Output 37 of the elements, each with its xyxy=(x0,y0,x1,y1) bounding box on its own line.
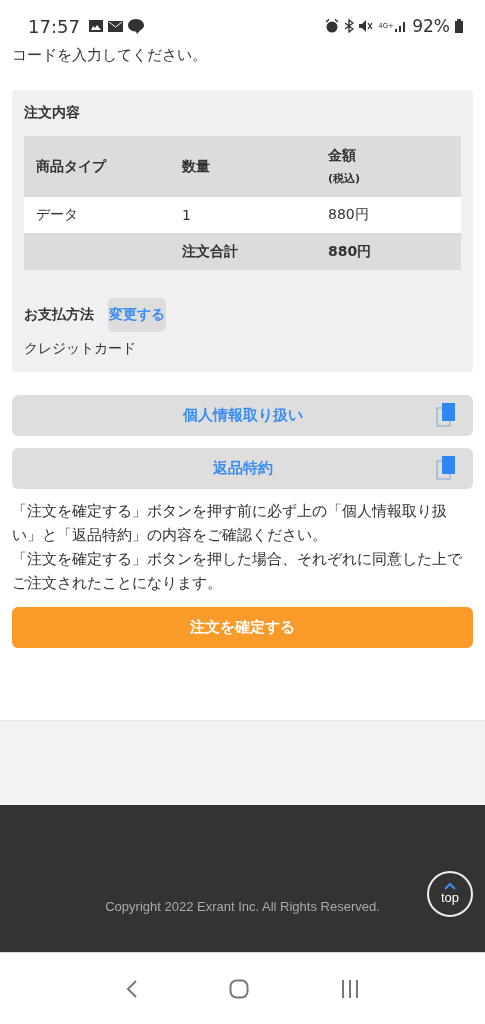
table-cell-text: 880円 xyxy=(328,206,370,224)
status-time: 17:57 xyxy=(28,15,80,37)
image-icon xyxy=(88,20,103,32)
battery-percent: 92% xyxy=(412,16,450,36)
mail-icon xyxy=(107,20,123,32)
alarm-icon xyxy=(325,19,340,33)
windows-icon xyxy=(436,403,456,427)
column-header: 金額 xyxy=(328,147,357,165)
signal-icon xyxy=(395,20,408,32)
notice-text: 「注文を確定する」ボタンを押した場合、それぞれに同意した上でご注文されたことになります。 xyxy=(12,550,463,593)
section-title: 注文内容 xyxy=(24,104,81,122)
column-header: 数量 xyxy=(182,157,211,176)
home-icon[interactable] xyxy=(228,978,249,999)
confirm-order-button[interactable]: 注文を確定する xyxy=(12,607,473,648)
policy-button[interactable]: 返品特約 xyxy=(12,448,473,489)
policy-button[interactable]: 個人情報取り扱い xyxy=(12,395,473,436)
caret-up-icon xyxy=(444,883,456,890)
battery-icon xyxy=(455,19,463,33)
bluetooth-icon xyxy=(344,19,355,33)
back-icon[interactable] xyxy=(125,978,138,999)
chat-icon xyxy=(127,18,144,34)
payment-method: クレジットカード xyxy=(24,340,137,358)
column-header: 商品タイプ xyxy=(36,157,108,176)
table-cell-text: データ xyxy=(36,206,79,224)
back-to-top-button[interactable]: top xyxy=(427,871,473,917)
column-subheader: (税込) xyxy=(328,171,362,186)
recent-apps-icon[interactable] xyxy=(339,979,360,998)
notice-text: 「注文を確定する」ボタンを押す前に必ず上の「個人情報取り扱い」と「返品特約」の内容をご確認ください。 xyxy=(12,502,448,545)
payment-label: お支払方法 xyxy=(24,306,94,324)
total-label: 注文合計 xyxy=(182,242,239,261)
copyright-text: Copyright 2022 Exrant Inc. All Rights Reserved. xyxy=(105,899,380,914)
total-value: 880円 xyxy=(328,242,373,261)
change-button[interactable]: 変更する xyxy=(108,298,166,332)
mute-icon xyxy=(359,19,374,33)
instruction-text: コードを入力してください。 xyxy=(11,46,208,65)
windows-icon xyxy=(436,456,456,480)
table-cell-text: 1 xyxy=(182,207,192,223)
